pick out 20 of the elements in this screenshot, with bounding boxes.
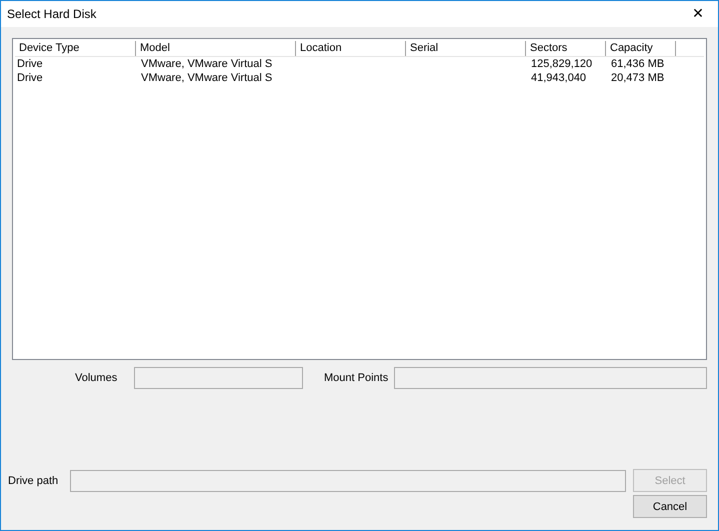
column-header[interactable]: Location	[296, 41, 406, 56]
column-header[interactable]: Sectors	[526, 41, 606, 56]
table-cell-text: VMware, VMware Virtual S	[140, 57, 274, 71]
mount-points-label: Mount Points	[324, 372, 390, 384]
table-cell-text: 125,829,120	[530, 57, 594, 71]
table-cell-text: 20,473 MB	[610, 71, 666, 85]
column-header[interactable]: Capacity	[606, 41, 676, 56]
table-cell-text: 41,943,040	[530, 71, 588, 85]
column-header[interactable]: Model	[136, 41, 296, 56]
table-cell-text: 61,436 MB	[610, 57, 666, 71]
table-cell-text: Drive	[16, 57, 44, 71]
column-header[interactable]: Device Type	[15, 41, 136, 56]
window-title: Select Hard Disk	[7, 7, 96, 21]
volumes-label: Volumes	[75, 372, 118, 384]
close-button[interactable]: ✕	[678, 1, 718, 27]
drive-path-label: Drive path	[8, 474, 60, 486]
column-header[interactable]: Serial	[406, 41, 526, 56]
table-cell-text: VMware, VMware Virtual S	[140, 71, 274, 85]
table-cell-text: Drive	[16, 71, 44, 85]
cancel-button[interactable]: Cancel	[633, 495, 707, 518]
